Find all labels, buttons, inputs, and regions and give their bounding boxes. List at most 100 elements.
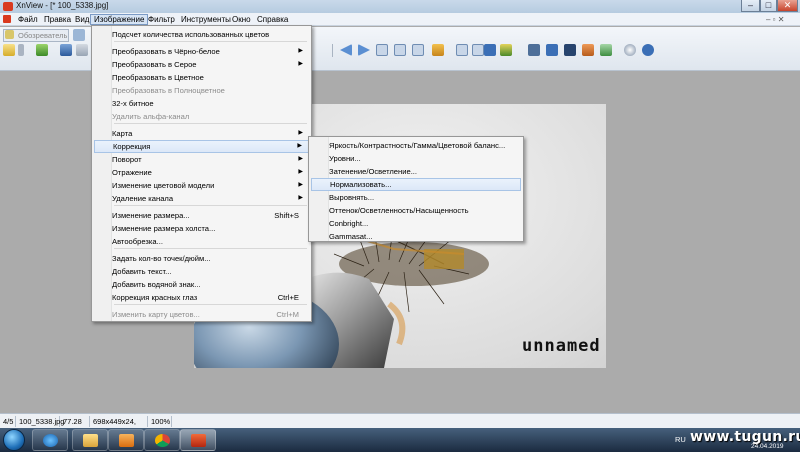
rotate-right-icon[interactable] — [472, 44, 484, 56]
correction-menu-item[interactable]: Выровнять... — [311, 191, 521, 204]
menu-item-label: Изменение цветовой модели — [112, 181, 215, 190]
submenu-arrow-icon: ▶ — [298, 48, 303, 54]
adjust-icon[interactable] — [500, 44, 512, 56]
correction-menu-item[interactable]: Gammasat... — [311, 230, 521, 243]
correction-menu-item[interactable]: Оттенок/Осветленность/Насыщенность — [311, 204, 521, 217]
image-menu-item[interactable]: 32-х битное — [94, 97, 309, 110]
taskbar-chrome[interactable] — [144, 429, 180, 451]
binoculars-icon[interactable] — [528, 44, 540, 56]
save-icon[interactable] — [60, 44, 72, 56]
image-menu-item[interactable]: Преобразовать в Чёрно-белое ▶ — [94, 45, 309, 58]
correction-menu-item[interactable]: Нормализовать... — [311, 178, 521, 191]
image-menu-item[interactable]: Коррекция ▶ — [94, 140, 309, 153]
slideshow-icon[interactable] — [432, 44, 444, 56]
menu-filter[interactable]: Фильтр — [145, 14, 178, 25]
menu-window[interactable]: Окно — [229, 14, 254, 25]
first-image-icon[interactable] — [376, 44, 388, 56]
menu-item-label: Коррекция — [113, 142, 151, 151]
correction-menu-item[interactable]: Conbright... — [311, 217, 521, 230]
correction-menu-item[interactable]: Затенение/Осветление... — [311, 165, 521, 178]
image-menu-item[interactable]: Подсчет количества использованных цветов — [94, 28, 309, 41]
correction-menu-item[interactable]: Уровни... — [311, 152, 521, 165]
image-menu-item[interactable]: Изменение размера холста... — [94, 222, 309, 235]
start-button[interactable] — [3, 429, 25, 451]
gear-icon[interactable] — [624, 44, 636, 56]
next-icon[interactable] — [358, 44, 370, 56]
menu-separator — [114, 248, 307, 249]
correction-submenu: Яркость/Контрастность/Гамма/Цветовой бал… — [308, 136, 524, 242]
status-filename: 100_5338.jpg — [16, 416, 64, 427]
maximize-button[interactable]: □ — [760, 0, 777, 12]
menu-separator — [114, 205, 307, 206]
menu-file[interactable]: Файл — [15, 14, 41, 25]
image-menu-item[interactable]: Задать кол-во точек/дюйм... — [94, 252, 309, 265]
image-menu-item[interactable]: Изменение цветовой модели ▶ — [94, 179, 309, 192]
image-menu-item[interactable]: Преобразовать в Цветное — [94, 71, 309, 84]
image-menu-item[interactable]: Поворот ▶ — [94, 153, 309, 166]
open-folder-icon[interactable] — [3, 44, 15, 56]
image-menu-item[interactable]: Добавить водяной знак... — [94, 278, 309, 291]
submenu-arrow-icon: ▶ — [298, 156, 303, 162]
menu-item-label: Коррекция красных глаз — [112, 293, 198, 302]
menu-item-label: Преобразовать в Серое — [112, 60, 197, 69]
menu-item-shortcut: Ctrl+E — [277, 293, 299, 302]
folder-icon — [5, 30, 14, 39]
image-menu-item[interactable]: Добавить текст... — [94, 265, 309, 278]
mdi-controls-icon[interactable]: – ▫ ✕ — [766, 15, 784, 24]
menu-item-label: Преобразовать в Цветное — [112, 73, 204, 82]
menu-image[interactable]: Изображение — [90, 14, 149, 25]
clock-date[interactable]: 24.04.2019 — [751, 443, 784, 450]
menu-item-label: 32-х битное — [112, 99, 154, 108]
taskbar-xnview[interactable] — [180, 429, 216, 451]
image-menu-item[interactable]: Изменение размера... Shift+S — [94, 209, 309, 222]
menu-tools[interactable]: Инструменты — [178, 14, 234, 25]
browse-icon[interactable] — [36, 44, 48, 56]
status-bar: 4/5 100_5338.jpg 77.28 Кб 698x449x24, 1.… — [0, 413, 800, 437]
language-indicator[interactable]: RU — [675, 435, 686, 444]
separator — [332, 44, 333, 57]
print-icon[interactable] — [76, 44, 88, 56]
status-filesize: 77.28 Кб — [60, 416, 90, 437]
image-menu-item[interactable]: Коррекция красных глаз Ctrl+E — [94, 291, 309, 304]
menu-item-label: Задать кол-во точек/дюйм... — [112, 254, 211, 263]
taskbar-explorer[interactable] — [72, 429, 108, 451]
menu-item-label: Добавить водяной знак... — [112, 280, 201, 289]
submenu-arrow-icon: ▶ — [298, 169, 303, 175]
image-menu-item[interactable]: Удаление канала ▶ — [94, 192, 309, 205]
correction-menu-item[interactable]: Яркость/Контрастность/Гамма/Цветовой бал… — [311, 139, 521, 152]
chrome-icon — [155, 434, 170, 447]
image-menu-item[interactable]: Карта ▶ — [94, 127, 309, 140]
taskbar-media[interactable] — [108, 429, 144, 451]
image-menu-item[interactable]: Преобразовать в Полноцветное — [94, 84, 309, 97]
image-menu-item[interactable]: Преобразовать в Серое ▶ — [94, 58, 309, 71]
zoom-icon[interactable] — [546, 44, 558, 56]
menu-item-label: Добавить текст... — [112, 267, 172, 276]
scanner-icon[interactable] — [564, 44, 576, 56]
taskbar-ie[interactable] — [32, 429, 68, 451]
menu-item-label: Удалить альфа-канал — [112, 112, 190, 121]
image-menu-item[interactable]: Изменить карту цветов... Ctrl+M — [94, 308, 309, 321]
status-dimensions: 698x449x24, 1.55 — [90, 416, 148, 437]
fit-window-icon[interactable] — [394, 44, 406, 56]
rotate-left-icon[interactable] — [456, 44, 468, 56]
last-image-icon[interactable] — [412, 44, 424, 56]
menu-item-label: Карта — [112, 129, 133, 138]
xnview-app-icon — [3, 2, 13, 11]
submenu-arrow-icon: ▶ — [298, 182, 303, 188]
image-menu-item[interactable]: Отражение ▶ — [94, 166, 309, 179]
image-menu-item[interactable]: Удалить альфа-канал — [94, 110, 309, 123]
help-icon[interactable] — [642, 44, 654, 56]
close-button[interactable]: ✕ — [777, 0, 798, 12]
previous-icon[interactable] — [340, 44, 352, 56]
menu-help[interactable]: Справка — [254, 14, 291, 25]
minimize-button[interactable]: – — [741, 0, 760, 12]
menu-item-label: Поворот — [112, 155, 142, 164]
wallpaper-icon[interactable] — [600, 44, 612, 56]
menu-separator — [114, 123, 307, 124]
dropdown-arrow-icon[interactable] — [18, 44, 24, 56]
image-menu-item[interactable]: Автообрезка... — [94, 235, 309, 248]
fullscreen-icon[interactable] — [484, 44, 496, 56]
convert-icon[interactable] — [582, 44, 594, 56]
view-tab-icon[interactable] — [73, 29, 85, 41]
menu-edit[interactable]: Правка — [41, 14, 74, 25]
